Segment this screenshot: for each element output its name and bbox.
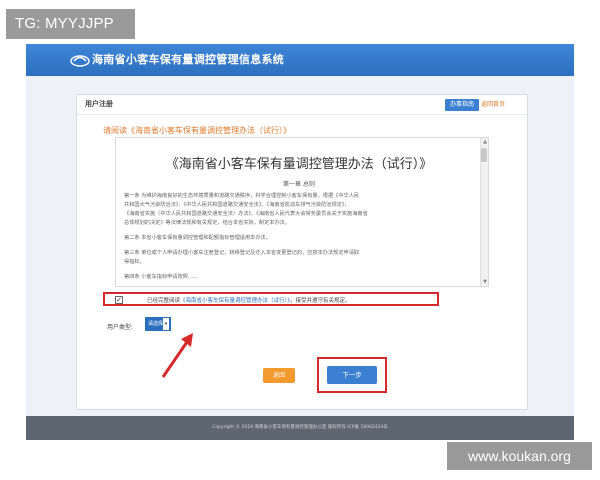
document-paragraph: 《海南省实施〈中华人民共和国道路交通安全法〉办法》、《海南省人民代表大会常务委员… bbox=[124, 211, 368, 217]
user-type-selected: 请选择 bbox=[148, 321, 164, 327]
return-home-link[interactable]: 返回首页 bbox=[481, 99, 505, 108]
agreement-prefix: 已经完整阅读 bbox=[147, 298, 181, 304]
watermark-bottom: www.koukan.org bbox=[447, 442, 592, 470]
footer: Copyright © 2018 海南省小客车保有量调控管理办公室 版权所有 I… bbox=[26, 416, 574, 440]
user-type-select[interactable]: 请选择 ▾ bbox=[145, 317, 171, 331]
document-paragraph: 共和国大气污染防治法》、《中华人民共和国道路交通安全法》、《海南省机动车排气污染… bbox=[124, 202, 350, 208]
chapter-heading: 第一章 总则 bbox=[283, 181, 315, 188]
agreement-suffix: ，接受并遵守有关规定。 bbox=[290, 298, 351, 304]
document-scrollbar[interactable]: ▲ ▼ bbox=[480, 138, 488, 286]
panel-title: 用户注册 bbox=[85, 100, 113, 108]
scroll-down-icon[interactable]: ▼ bbox=[483, 279, 487, 285]
user-type-label: 用户类型: bbox=[107, 324, 134, 331]
register-panel: 用户注册 办事指南 返回首页 请阅读《海南省小客车保有量调控管理办法（试行）》 … bbox=[76, 94, 528, 410]
regulation-link[interactable]: 《海南省小客车保有量调控管理办法（试行）》 bbox=[180, 298, 290, 304]
agreement-row: ✓ 已经完整阅读《海南省小客车保有量调控管理办法（试行）》，接受并遵守有关规定。 bbox=[103, 292, 439, 306]
document-paragraph: 第四条 小客车指标申请按照…… bbox=[124, 274, 199, 280]
scroll-thumb[interactable] bbox=[481, 148, 487, 162]
back-button[interactable]: 返回 bbox=[263, 368, 295, 383]
next-button[interactable]: 下一步 bbox=[327, 366, 377, 384]
car-logo-icon bbox=[70, 55, 90, 67]
document-paragraph: 第二条 本省小客车保有量调控管理和配额指标管理适用本办法。 bbox=[124, 235, 271, 241]
footer-copyright: Copyright © 2018 海南省小客车保有量调控管理办公室 版权所有 I… bbox=[212, 425, 388, 430]
app-window: 海南省小客车保有量调控管理信息系统 用户注册 办事指南 返回首页 请阅读《海南省… bbox=[26, 44, 574, 440]
agreement-text: 已经完整阅读《海南省小客车保有量调控管理办法（试行）》，接受并遵守有关规定。 bbox=[147, 296, 351, 304]
document-title: 《海南省小客车保有量调控管理办法（试行）》 bbox=[165, 157, 433, 172]
chevron-down-icon: ▾ bbox=[163, 318, 169, 330]
watermark-top: TG: MYYJJPP bbox=[6, 9, 135, 39]
read-notice: 请阅读《海南省小客车保有量调控管理办法（试行）》 bbox=[103, 126, 291, 135]
app-title: 海南省小客车保有量调控管理信息系统 bbox=[92, 53, 285, 66]
regulation-document[interactable]: 《海南省小客车保有量调控管理办法（试行）》 第一章 总则 第一条 为维护海南良好… bbox=[115, 137, 489, 287]
guide-button[interactable]: 办事指南 bbox=[445, 99, 479, 111]
document-paragraph: 第三条 单位或个人申请办理小客车注册登记、转移登记及迁入本省变更登记的，应按本办… bbox=[124, 250, 360, 256]
app-header: 海南省小客车保有量调控管理信息系统 bbox=[26, 44, 574, 76]
document-paragraph: 总体规划的决定》等法律法规和有关规定，结合本省实际，制定本办法。 bbox=[124, 220, 291, 226]
red-annotation-arrow bbox=[161, 333, 193, 378]
agree-checkbox[interactable]: ✓ bbox=[115, 296, 123, 304]
document-paragraph: 得指标。 bbox=[124, 259, 145, 265]
panel-header: 用户注册 办事指南 返回首页 bbox=[77, 95, 527, 115]
document-paragraph: 第一条 为维护海南良好的生态环境质量和道路交通秩序，科学合理控制小客车保有量，根… bbox=[124, 193, 360, 199]
scroll-up-icon[interactable]: ▲ bbox=[483, 139, 487, 145]
